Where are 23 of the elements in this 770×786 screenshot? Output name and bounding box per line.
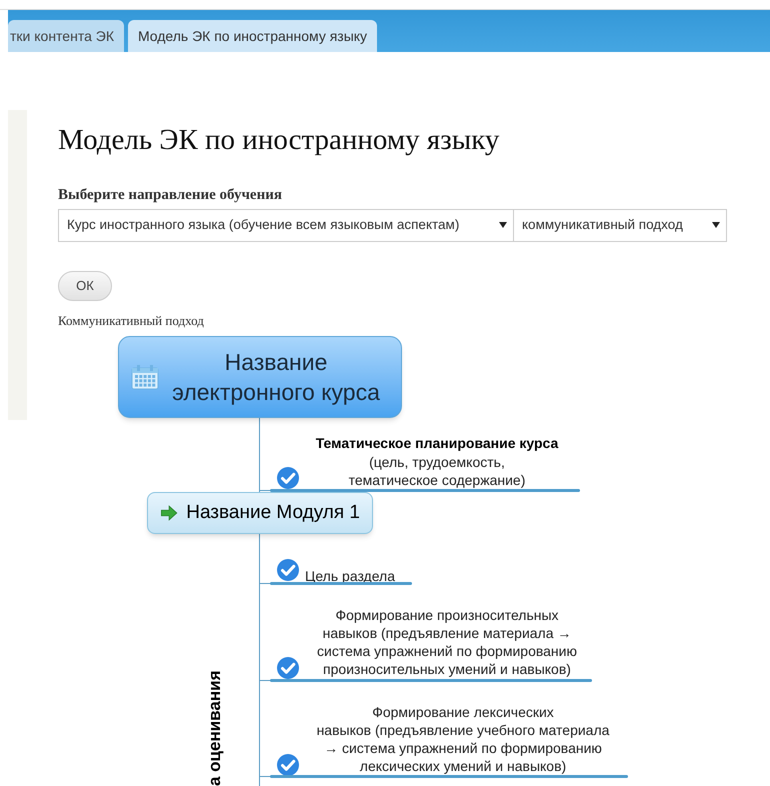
checkmark-icon [276, 753, 300, 777]
root-title: Название электронного курса [171, 348, 381, 407]
vertical-label: а оценивания [205, 670, 225, 786]
select-field[interactable]: Курс иностранного языка (обучение всем языковым аспектам) [58, 208, 514, 242]
ok-button[interactable]: ОК [58, 270, 112, 300]
tab[interactable]: Модель ЭК по иностранному языку [128, 20, 378, 52]
field-label: Выберите направление обучения [58, 186, 283, 205]
checkmark-icon [276, 656, 300, 680]
topic-description: (цель, трудоемкость, тематическое содержание) [348, 453, 526, 489]
checkmark-icon [276, 558, 300, 582]
approach-caption: Коммуникативный подход [58, 312, 205, 330]
dropdown-caret-icon [499, 222, 507, 228]
section-item-text: Формирование лексических навыков (предъявление учебного материала → система упражнений по формированию лексических умений и навыков) [316, 703, 610, 775]
checkmark-icon [276, 466, 300, 490]
page-title: Модель ЭК по иностранному языку [58, 123, 500, 158]
dropdown-caret-icon [712, 222, 720, 228]
topic-title: Тематическое планирование курса [316, 434, 558, 453]
calendar-icon [131, 364, 159, 390]
module-title: Название Модуля 1 [186, 500, 360, 525]
section-item-text: Цель раздела [305, 567, 396, 585]
tab[interactable]: тки контента ЭК [8, 20, 124, 52]
select-field[interactable]: коммуникативный подход [513, 208, 727, 242]
section-item-text: Формирование произносительных навыков (предъявление материала → система упражнений по формированию произносительных умений и навыков) [317, 606, 577, 678]
